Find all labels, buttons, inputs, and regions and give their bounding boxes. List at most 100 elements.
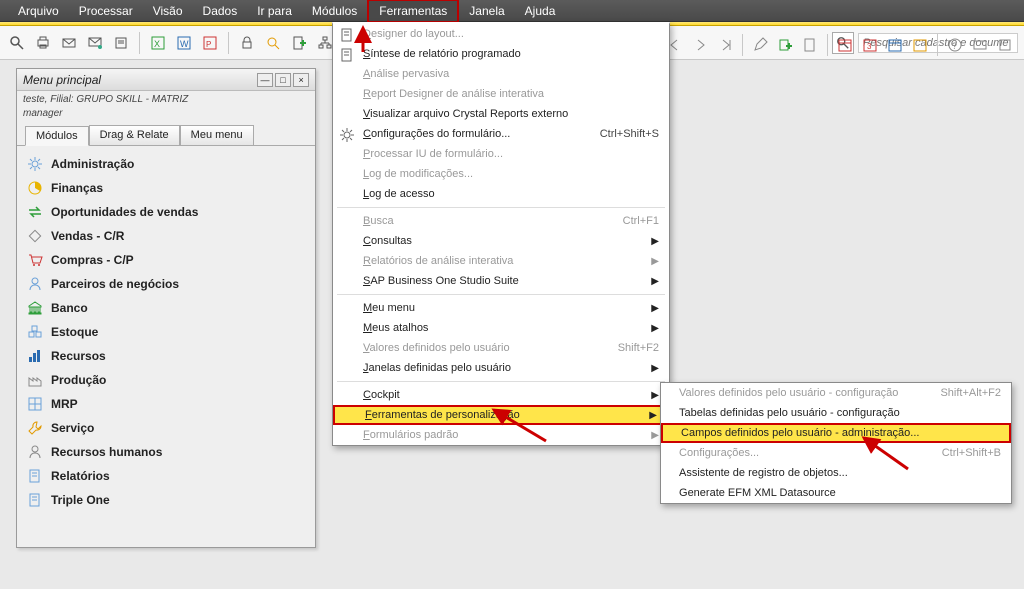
module-label: Administração <box>51 157 134 171</box>
tb-excel-icon[interactable]: X <box>147 32 169 54</box>
module-item-1[interactable]: Finanças <box>21 176 311 200</box>
menu-item-20[interactable]: Cockpit▶ <box>333 385 669 405</box>
menu-item-label: Ferramentas de personalização <box>365 409 520 421</box>
menu-item-18[interactable]: Janelas definidas pelo usuário▶ <box>333 358 669 378</box>
menu-ferramentas[interactable]: Ferramentas <box>367 0 459 23</box>
module-item-0[interactable]: Administração <box>21 152 311 176</box>
svg-text:W: W <box>180 39 189 49</box>
tb-nav-next-icon[interactable] <box>689 34 711 56</box>
module-icon <box>27 492 43 508</box>
gear-icon <box>339 127 355 143</box>
menu-item-8[interactable]: Log de acesso <box>333 184 669 204</box>
menu-item-1[interactable]: Síntese de relatório programado <box>333 44 669 64</box>
tb-misc2-icon[interactable] <box>994 34 1016 56</box>
menu-item-5[interactable]: Configurações do formulário... Ctrl+Shift… <box>333 124 669 144</box>
module-item-3[interactable]: Vendas - C/R <box>21 224 311 248</box>
menu-arquivo[interactable]: Arquivo <box>8 1 69 21</box>
menu-item-16[interactable]: Meus atalhos▶ <box>333 318 669 338</box>
submenu-item-2[interactable]: Campos definidos pelo usuário - administ… <box>661 423 1011 443</box>
tab-meu-menu[interactable]: Meu menu <box>180 125 254 145</box>
tb-cal3-icon[interactable] <box>884 34 906 56</box>
module-item-2[interactable]: Oportunidades de vendas <box>21 200 311 224</box>
menu-item-label: SAP Business One Studio Suite <box>363 275 519 287</box>
module-icon <box>27 300 43 316</box>
module-item-11[interactable]: Serviço <box>21 416 311 440</box>
tb-search-icon[interactable] <box>6 32 28 54</box>
tb-print-icon[interactable] <box>32 32 54 54</box>
tb-nav-last-icon[interactable] <box>714 34 736 56</box>
tb-addrec-icon[interactable] <box>774 34 796 56</box>
submenu-item-label: Generate EFM XML Datasource <box>679 487 836 499</box>
tb-cal4-icon[interactable] <box>909 34 931 56</box>
menu-item-label: Síntese de relatório programado <box>363 48 521 60</box>
tb-fax-icon[interactable] <box>110 32 132 54</box>
tb-edit-icon[interactable] <box>749 34 771 56</box>
menu-dados[interactable]: Dados <box>193 1 248 21</box>
module-item-10[interactable]: MRP <box>21 392 311 416</box>
module-icon <box>27 468 43 484</box>
menu-janela[interactable]: Janela <box>459 1 514 21</box>
menu-item-3: Report Designer de análise interativa <box>333 84 669 104</box>
menu-item-label: Valores definidos pelo usuário <box>363 342 510 354</box>
menu-processar[interactable]: Processar <box>69 1 143 21</box>
module-item-12[interactable]: Recursos humanos <box>21 440 311 464</box>
module-item-5[interactable]: Parceiros de negócios <box>21 272 311 296</box>
shortcut: Shift+Alt+F2 <box>940 387 1001 399</box>
tb-doc-new-icon[interactable] <box>288 32 310 54</box>
menu-item-13[interactable]: SAP Business One Studio Suite▶ <box>333 271 669 291</box>
module-item-8[interactable]: Recursos <box>21 344 311 368</box>
close-button[interactable]: × <box>293 73 309 87</box>
chevron-right-icon: ▶ <box>651 430 659 441</box>
menu-item-label: Log de modificações... <box>363 168 473 180</box>
module-item-4[interactable]: Compras - C/P <box>21 248 311 272</box>
panel-subtitle: teste, Filial: GRUPO SKILL - MATRIZ <box>17 91 315 108</box>
tb-word-icon[interactable]: W <box>173 32 195 54</box>
module-item-7[interactable]: Estoque <box>21 320 311 344</box>
tb-cal2-icon[interactable]: 3 <box>859 34 881 56</box>
submenu-item-5[interactable]: Generate EFM XML Datasource <box>661 483 1011 503</box>
menu-ir-para[interactable]: Ir para <box>247 1 302 21</box>
menu-item-21[interactable]: Ferramentas de personalização▶ <box>333 405 669 425</box>
tb-sms-icon[interactable] <box>84 32 106 54</box>
tb-doc-icon[interactable] <box>799 34 821 56</box>
tb-q-icon[interactable]: ? <box>944 34 966 56</box>
menu-ajuda[interactable]: Ajuda <box>515 1 566 21</box>
tab-drag-relate[interactable]: Drag & Relate <box>89 125 180 145</box>
shortcut: Ctrl+Shift+S <box>588 128 659 140</box>
menu-item-15[interactable]: Meu menu▶ <box>333 298 669 318</box>
module-icon <box>27 444 43 460</box>
tb-find-icon[interactable] <box>262 32 284 54</box>
tab-modulos[interactable]: Módulos <box>25 126 89 146</box>
tb-mail-icon[interactable] <box>58 32 80 54</box>
module-item-13[interactable]: Relatórios <box>21 464 311 488</box>
module-label: Produção <box>51 373 106 387</box>
module-label: MRP <box>51 397 78 411</box>
menu-item-2: Análise pervasiva <box>333 64 669 84</box>
svg-text:P: P <box>206 40 211 49</box>
menu-item-12: Relatórios de análise interativa▶ <box>333 251 669 271</box>
tb-lock-icon[interactable] <box>236 32 258 54</box>
submenu-item-1[interactable]: Tabelas definidas pelo usuário - configu… <box>661 403 1011 423</box>
module-item-14[interactable]: Triple One <box>21 488 311 512</box>
module-item-6[interactable]: Banco <box>21 296 311 320</box>
module-item-9[interactable]: Produção <box>21 368 311 392</box>
menubar: Arquivo Processar Visão Dados Ir para Mó… <box>0 0 1024 22</box>
menu-item-label: Configurações do formulário... <box>363 128 510 140</box>
tb-misc-icon[interactable] <box>969 34 991 56</box>
module-label: Triple One <box>51 493 110 507</box>
submenu-item-4[interactable]: Assistente de registro de objetos... <box>661 463 1011 483</box>
min-button[interactable]: — <box>257 73 273 87</box>
module-label: Oportunidades de vendas <box>51 205 198 219</box>
panel-titlebar[interactable]: Menu principal — □ × <box>17 69 315 91</box>
menu-item-4[interactable]: Visualizar arquivo Crystal Reports exter… <box>333 104 669 124</box>
max-button[interactable]: □ <box>275 73 291 87</box>
tb-cal1-icon[interactable] <box>834 34 856 56</box>
chevron-right-icon: ▶ <box>651 236 659 247</box>
tb-pdf-icon[interactable]: P <box>199 32 221 54</box>
menu-visao[interactable]: Visão <box>143 1 193 21</box>
menu-modulos[interactable]: Módulos <box>302 1 367 21</box>
shortcut: Ctrl+Shift+B <box>942 447 1001 459</box>
module-label: Recursos <box>51 349 106 363</box>
module-icon <box>27 324 43 340</box>
menu-item-11[interactable]: Consultas▶ <box>333 231 669 251</box>
